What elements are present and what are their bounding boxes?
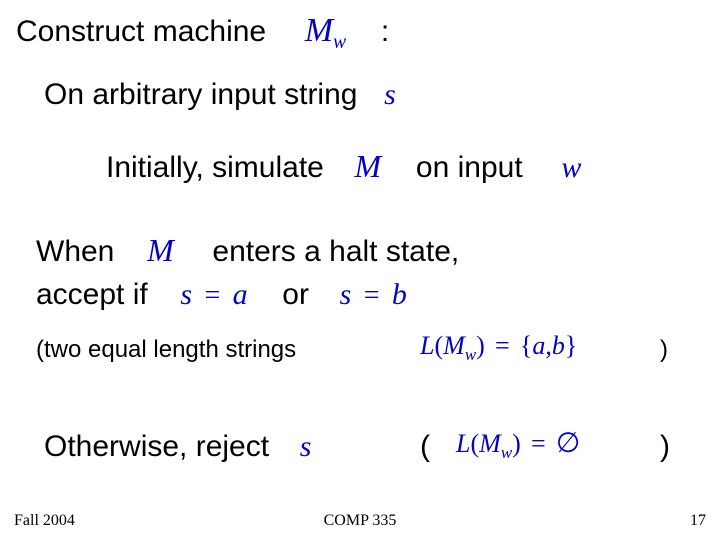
math-w: w	[561, 151, 581, 184]
eq-sb-eq: =	[360, 280, 384, 311]
math-s-1: s	[384, 78, 396, 111]
lang-Mw-w-2: w	[501, 443, 512, 462]
set-close: }	[565, 331, 577, 360]
eq-sb-s: s	[340, 278, 352, 311]
math-Mw-M: M	[305, 12, 333, 49]
emptyset-icon: ∅	[556, 428, 580, 459]
lang-Mw-w-1: w	[465, 345, 476, 364]
lang-Mw-M-1: M	[443, 331, 465, 360]
lang-eq-1: =	[492, 331, 513, 360]
otherwise-open-paren: (	[420, 430, 430, 464]
lang-lp-2: (	[470, 429, 479, 458]
lang-lp-1: (	[434, 331, 443, 360]
txt-initially: Initially, simulate	[106, 151, 324, 184]
txt-on-input: on input	[416, 151, 523, 184]
colon: :	[381, 15, 389, 48]
txt-enters-halt: enters a halt state,	[212, 235, 459, 268]
set-open: {	[520, 331, 532, 360]
title-construct: Construct machine	[16, 15, 266, 48]
lang-rp-2: )	[512, 429, 521, 458]
eq-sa-a: a	[233, 278, 248, 311]
footer-term: Fall 2004	[14, 512, 75, 530]
math-M-2: M	[147, 232, 174, 268]
footer-course: COMP 335	[324, 512, 397, 530]
txt-accept-if: accept if	[36, 278, 148, 311]
txt-when: When	[36, 235, 114, 268]
eq-sa-eq: =	[200, 280, 224, 311]
txt-or: or	[282, 278, 309, 311]
lang-L-1: L	[420, 331, 434, 360]
txt-otherwise: Otherwise, reject	[44, 430, 269, 463]
lang-rp-1: )	[476, 331, 485, 360]
lang-L-2: L	[456, 429, 470, 458]
math-s-2: s	[300, 430, 312, 463]
txt-on-arbitrary: On arbitrary input string	[44, 78, 357, 111]
txt-two-equal: (two equal length strings	[36, 336, 296, 363]
otherwise-close-paren: )	[660, 430, 670, 464]
math-M: M	[355, 148, 382, 184]
two-equal-close-paren: )	[660, 336, 668, 364]
set-b: b	[552, 331, 565, 360]
lang-eq-2: =	[528, 429, 549, 458]
eq-sb-b: b	[392, 278, 407, 311]
set-a: a	[532, 331, 545, 360]
eq-sa-s: s	[180, 278, 192, 311]
footer-page-number: 17	[690, 512, 706, 530]
lang-Mw-M-2: M	[479, 429, 501, 458]
math-Mw-w: w	[333, 32, 346, 53]
